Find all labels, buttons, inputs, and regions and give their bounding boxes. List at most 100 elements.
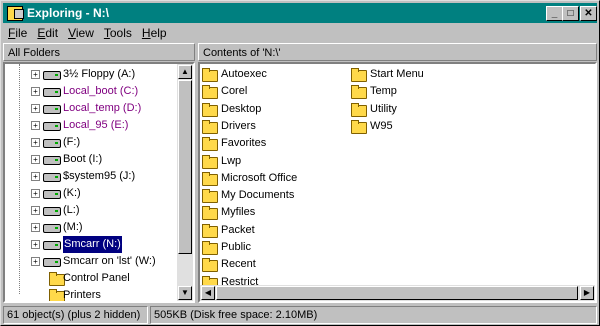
contents-header: Contents of 'N:\' <box>198 43 597 61</box>
expand-plus-icon[interactable]: + <box>31 223 40 232</box>
scroll-left-arrow-icon[interactable]: ◀ <box>201 286 215 300</box>
tree-item-label: Local_95 (E:) <box>63 119 129 131</box>
folder-icon <box>202 206 218 221</box>
tree-item-label: Local_temp (D:) <box>63 102 142 114</box>
folder-icon <box>202 189 218 204</box>
expand-plus-icon[interactable]: + <box>31 206 40 215</box>
tree-item[interactable]: +3½ Floppy (A:) <box>5 66 175 83</box>
tree-item[interactable]: + $system95 (J:) <box>5 168 175 185</box>
folder-icon <box>202 137 218 152</box>
expand-plus-icon[interactable]: + <box>31 189 40 198</box>
contents-pane[interactable]: Autoexec Corel Desktop Drivers Favorites Lwp M… <box>198 62 597 303</box>
expand-plus-icon[interactable]: + <box>31 138 40 147</box>
floppy-drive-icon <box>43 71 61 80</box>
minimize-button[interactable]: _ <box>546 6 563 21</box>
network-drive-icon <box>43 224 61 233</box>
close-button[interactable]: ✕ <box>580 6 597 21</box>
menu-bar: File Edit View Tools Help <box>3 24 597 42</box>
file-name: My Documents <box>221 189 295 202</box>
all-folders-header: All Folders <box>3 43 195 61</box>
expand-plus-icon[interactable]: + <box>31 257 40 266</box>
contents-horizontal-scrollbar[interactable]: ◀ ▶ <box>200 285 595 301</box>
tree-item-label: (F:) <box>63 136 81 148</box>
folder-icon <box>202 68 218 82</box>
explorer-window: Exploring - N:\ _ □ ✕ File Edit View Tools H… <box>0 0 600 326</box>
maximize-button[interactable]: □ <box>562 6 579 21</box>
folder-icon <box>202 258 218 273</box>
window-title: Exploring - N:\ <box>27 6 109 20</box>
folder-tree-pane[interactable]: +3½ Floppy (A:) + Local_boot (C:) + Local_te… <box>3 62 195 303</box>
tree-item[interactable]: + Boot (I:) <box>5 151 175 168</box>
tree-item[interactable]: + Smcarr on 'lst' (W:) <box>5 253 175 270</box>
expand-plus-icon[interactable]: + <box>31 104 40 113</box>
folder-icon <box>202 154 218 169</box>
tree-item-label: (L:) <box>63 204 80 216</box>
tree-vertical-scrollbar[interactable]: ▲ ▼ <box>177 64 193 301</box>
hard-drive-icon <box>43 122 61 131</box>
scroll-right-arrow-icon[interactable]: ▶ <box>580 286 594 300</box>
folder-icon <box>351 68 367 82</box>
tree-item[interactable]: + Smcarr (N:) <box>5 235 175 254</box>
cd-drive-icon <box>43 139 61 148</box>
tree-item[interactable]: Printers <box>5 287 175 301</box>
file-name: Start Menu <box>370 68 424 80</box>
hard-drive-icon <box>43 88 61 97</box>
file-name: Utility <box>370 102 397 115</box>
expand-plus-icon[interactable]: + <box>31 87 40 96</box>
file-name: W95 <box>370 119 393 132</box>
contents-scroll-thumb[interactable] <box>216 286 578 300</box>
tree-item-label: 3½ Floppy (A:) <box>63 68 136 80</box>
tree-item[interactable]: Control Panel <box>5 270 175 287</box>
status-disk-space: 505KB (Disk free space: 2.10MB) <box>150 306 597 324</box>
tree-item[interactable]: + Local_temp (D:) <box>5 100 175 117</box>
scroll-down-arrow-icon[interactable]: ▼ <box>178 286 192 300</box>
tree-item[interactable]: + (F:) <box>5 134 175 151</box>
tree-item[interactable]: + (L:) <box>5 202 175 219</box>
explorer-app-icon[interactable] <box>7 6 24 21</box>
tree-scroll-thumb[interactable] <box>178 80 192 254</box>
expand-plus-icon[interactable]: + <box>31 70 40 79</box>
file-name: Corel <box>221 85 248 98</box>
expand-plus-icon[interactable]: + <box>31 121 40 130</box>
expand-plus-icon[interactable]: + <box>31 240 40 249</box>
tree-connector-line <box>19 64 20 294</box>
folder-icon <box>202 171 218 186</box>
scroll-up-arrow-icon[interactable]: ▲ <box>178 65 192 79</box>
tree-item-label: Printers <box>63 289 101 301</box>
file-name: Favorites <box>221 137 267 150</box>
tree-item[interactable]: + Local_boot (C:) <box>5 83 175 100</box>
tree-item-label: (K:) <box>63 187 81 199</box>
network-drive-icon <box>43 190 61 199</box>
menu-file[interactable]: File <box>3 24 32 40</box>
menu-view[interactable]: View <box>63 24 99 40</box>
folder-icon <box>351 85 367 100</box>
expand-plus-icon[interactable]: + <box>31 172 40 181</box>
title-bar[interactable]: Exploring - N:\ _ □ ✕ <box>3 3 597 23</box>
folder-icon <box>202 241 218 255</box>
network-drive-icon <box>43 207 61 216</box>
network-drive-icon <box>43 156 61 165</box>
expand-plus-icon[interactable]: + <box>31 155 40 164</box>
file-name: Drivers <box>221 119 256 132</box>
folder-icon <box>202 102 218 117</box>
network-drive-icon <box>43 173 61 182</box>
menu-help[interactable]: Help <box>137 24 172 40</box>
tree-item[interactable]: + (M:) <box>5 219 175 236</box>
file-name: Autoexec <box>221 68 267 80</box>
tree-item-label: Smcarr (N:) <box>62 235 123 254</box>
file-name: Lwp <box>221 154 242 167</box>
file-name: Recent <box>221 258 256 271</box>
tree-item-label: Smcarr on 'lst' (W:) <box>63 255 156 267</box>
file-name: Packet <box>221 223 255 236</box>
folder-icon <box>202 223 218 238</box>
file-name: Myfiles <box>221 206 256 219</box>
folder-icon <box>202 119 218 134</box>
menu-edit[interactable]: Edit <box>32 24 63 40</box>
file-name: Microsoft Office <box>221 171 298 184</box>
menu-tools[interactable]: Tools <box>99 24 137 40</box>
file-name: Temp <box>370 85 397 98</box>
tree-item[interactable]: + Local_95 (E:) <box>5 117 175 134</box>
network-drive-icon <box>43 241 61 250</box>
tree-item-label: $system95 (J:) <box>63 170 136 182</box>
tree-item[interactable]: + (K:) <box>5 185 175 202</box>
